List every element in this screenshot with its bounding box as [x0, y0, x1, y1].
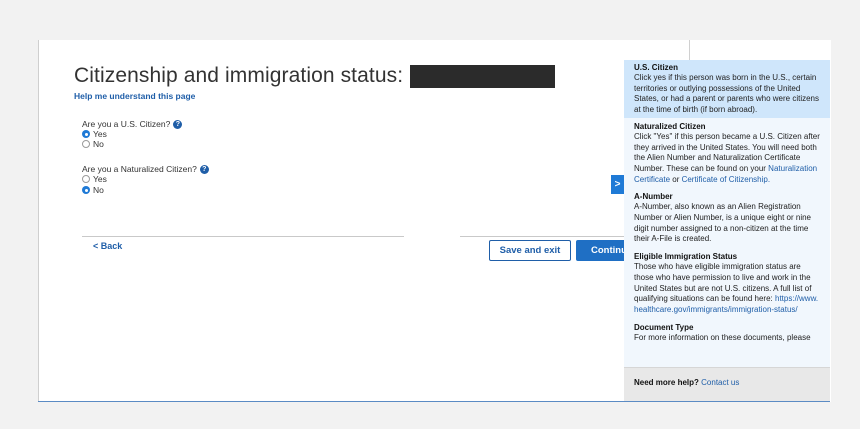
radio-us-citizen-no[interactable]: No [82, 139, 104, 149]
radio-button-checked[interactable] [82, 130, 90, 138]
help-section-us-citizen: U.S. Citizen Click yes if this person wa… [624, 60, 830, 118]
question-naturalized-label: Are you a Naturalized Citizen? [82, 164, 197, 174]
certificate-of-citizenship-link[interactable]: Certificate of Citizenship. [682, 175, 770, 184]
help-section-body: Click yes if this person was born in the… [634, 73, 819, 115]
help-section-naturalized: Naturalized Citizen Click "Yes" if this … [624, 118, 830, 189]
help-section-title: Document Type [634, 322, 694, 332]
help-section-body: A-Number, also known as an Alien Registr… [634, 202, 811, 244]
radio-label: Yes [93, 174, 107, 184]
help-section-body: For more information on these documents,… [634, 332, 811, 342]
help-panel: U.S. Citizen Click yes if this person wa… [624, 60, 830, 401]
help-panel-footer: Need more help? Contact us [624, 367, 830, 401]
need-more-help-label: Need more help? [634, 378, 699, 387]
radio-label: No [93, 185, 104, 195]
question-naturalized-citizen: Are you a Naturalized Citizen? ? [82, 164, 209, 174]
form-divider-right [460, 236, 624, 237]
help-section-title: Naturalized Citizen [634, 121, 706, 131]
help-panel-content[interactable]: U.S. Citizen Click yes if this person wa… [624, 60, 830, 367]
help-section-body: Those who have eligible immigration stat… [634, 262, 820, 316]
form-divider-left [82, 236, 404, 237]
help-section-title: A-Number [634, 192, 673, 202]
radio-us-citizen-yes[interactable]: Yes [82, 129, 107, 139]
help-me-understand-link[interactable]: Help me understand this page [74, 91, 195, 101]
help-section-eligible-status: Eligible Immigration Status Those who ha… [624, 248, 830, 319]
redacted-name [410, 64, 556, 88]
radio-button-checked[interactable] [82, 186, 90, 194]
help-section-connector: or [670, 174, 682, 184]
question-us-citizen-label: Are you a U.S. Citizen? [82, 119, 171, 129]
title-row: Citizenship and immigration status: [74, 64, 556, 88]
question-help-icon[interactable]: ? [199, 164, 209, 174]
page-title: Citizenship and immigration status: [74, 64, 404, 87]
question-help-icon[interactable]: ? [173, 119, 183, 129]
help-section-title: U.S. Citizen [634, 63, 679, 72]
contact-us-link[interactable]: Contact us [701, 378, 739, 387]
radio-label: Yes [93, 129, 107, 139]
radio-label: No [93, 139, 104, 149]
radio-button[interactable] [82, 140, 90, 148]
question-us-citizen: Are you a U.S. Citizen? ? [82, 119, 183, 129]
back-link[interactable]: < Back [93, 241, 122, 251]
help-section-document-type: Document Type For more information on th… [624, 319, 830, 347]
help-section-title: Eligible Immigration Status [634, 252, 738, 262]
help-section-a-number: A-Number A-Number, also known as an Alie… [624, 188, 830, 248]
radio-naturalized-no[interactable]: No [82, 185, 104, 195]
help-section-body: Click "Yes" if this person became a U.S.… [634, 132, 820, 186]
radio-naturalized-yes[interactable]: Yes [82, 174, 107, 184]
bottom-rule [38, 401, 830, 402]
save-and-exit-button[interactable]: Save and exit [489, 240, 571, 261]
radio-button[interactable] [82, 175, 90, 183]
help-panel-toggle-chevron-icon[interactable]: > [611, 175, 624, 194]
continue-button[interactable]: Continue [576, 240, 624, 261]
